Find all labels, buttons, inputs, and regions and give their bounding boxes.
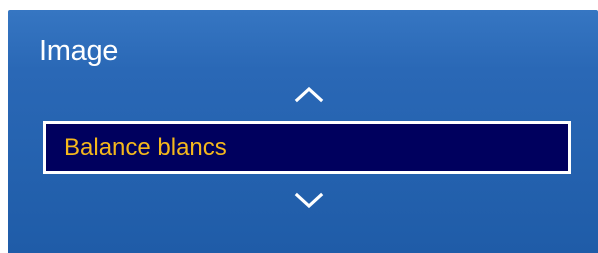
menu-item-label: Balance blancs [64, 134, 227, 161]
chevron-up-icon[interactable] [293, 84, 325, 104]
screen: Image Balance blancs [0, 0, 598, 253]
menu-item-balance-blancs[interactable]: Balance blancs [43, 121, 571, 174]
menu-title: Image [39, 35, 119, 67]
chevron-down-icon[interactable] [293, 191, 325, 211]
